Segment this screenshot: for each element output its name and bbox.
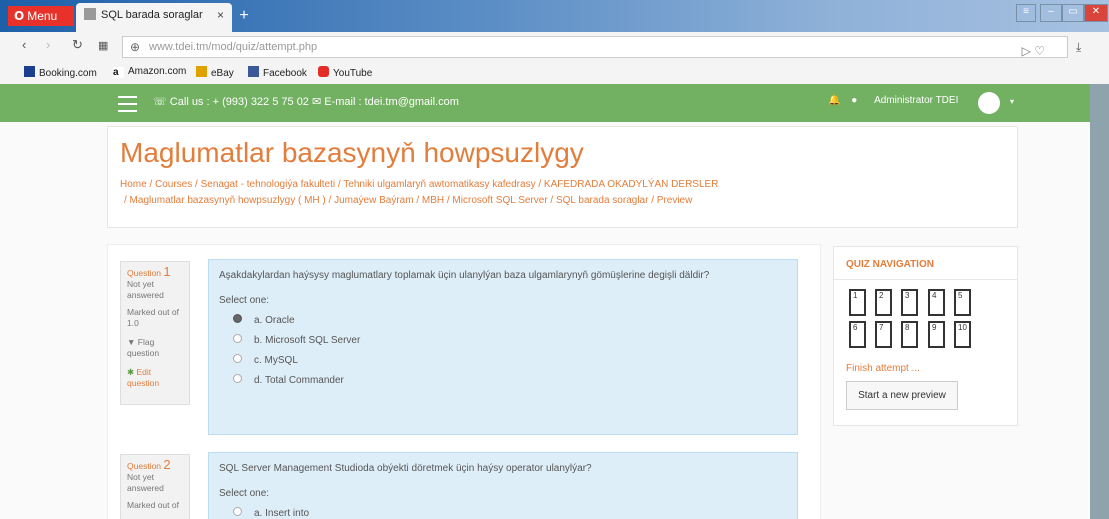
question-mark: Marked out of 1.0 <box>127 307 179 328</box>
youtube-icon <box>318 66 329 77</box>
close-window-icon[interactable]: ✕ <box>1084 4 1108 22</box>
minimize-window-icon[interactable]: – <box>1040 4 1062 22</box>
breadcrumb-continued[interactable]: / Maglumatlar bazasynyň howpsuzlygy ( MH… <box>124 195 692 206</box>
quiz-main-region: Question 1 Not yet answered Marked out of… <box>107 244 821 519</box>
tab-title: SQL barada soraglar <box>101 9 203 21</box>
site-navbar: ☏ Call us : + (993) 322 5 75 02 ✉ E-mail… <box>0 84 1090 122</box>
facebook-icon <box>248 66 259 77</box>
web-page: ☏ Call us : + (993) 322 5 75 02 ✉ E-mail… <box>0 84 1090 519</box>
flag-icon: ▼ <box>127 337 136 347</box>
bookmark-booking[interactable]: Booking.com <box>24 66 97 79</box>
select-one-label: Select one: <box>219 295 270 306</box>
amazon-icon: a <box>113 67 124 78</box>
speed-dial-icon[interactable]: ▦ <box>98 39 108 52</box>
new-tab-button[interactable]: + <box>236 8 252 25</box>
user-menu-chevron-down-icon[interactable]: ▾ <box>1010 97 1014 106</box>
browser-menu-button[interactable]: O Menu <box>8 6 74 26</box>
answer-option-a[interactable]: a. Insert into <box>219 504 787 519</box>
quiz-nav-button-10[interactable]: 10 <box>954 321 971 348</box>
answer-option-c[interactable]: c. MySQL <box>219 351 787 371</box>
menu-label: Menu <box>27 9 58 23</box>
gear-icon: ✱ <box>127 367 135 377</box>
edit-question-link[interactable]: ✱ Edit question <box>127 367 183 389</box>
page-header: Maglumatlar bazasynyň howpsuzlygy Home /… <box>107 126 1018 228</box>
quiz-nav-button-7[interactable]: 7 <box>875 321 892 348</box>
url-text: www.tdei.tm/mod/quiz/attempt.php <box>149 41 318 53</box>
booking-icon <box>24 66 35 77</box>
hamburger-menu-icon[interactable] <box>118 96 137 117</box>
quiz-nav-button-9[interactable]: 9 <box>928 321 945 348</box>
user-area: 🔔 ● Administrator TDEI <box>828 95 958 106</box>
question-info-1: Question 1 Not yet answered Marked out of… <box>120 261 190 405</box>
ebay-icon <box>196 66 207 77</box>
page-favicon-icon <box>84 8 96 20</box>
question-text: SQL Server Management Studioda obýekti d… <box>219 463 592 474</box>
quiz-nav-button-6[interactable]: 6 <box>849 321 866 348</box>
tab-close-icon[interactable]: × <box>217 8 224 22</box>
quiz-nav-button-1[interactable]: 1 <box>849 289 866 316</box>
finish-attempt-link[interactable]: Finish attempt ... <box>846 363 920 374</box>
breadcrumb[interactable]: Home / Courses / Senagat - tehnologiýa f… <box>120 179 718 190</box>
quiz-nav-button-2[interactable]: 2 <box>875 289 892 316</box>
quiz-nav-button-5[interactable]: 5 <box>954 289 971 316</box>
question-text: Aşakdakylardan haýsysy maglumatlary topl… <box>219 270 710 281</box>
window-settings-icon[interactable]: ≡ <box>1016 4 1036 22</box>
download-icon[interactable]: ⤓ <box>1076 40 1081 55</box>
messages-icon[interactable]: ● <box>851 95 857 106</box>
question-status: Not yet answered <box>127 472 164 493</box>
back-icon[interactable]: ‹ <box>22 37 26 52</box>
bookmark-label: Booking.com <box>39 68 97 79</box>
question-number: Question 2 <box>127 457 171 472</box>
quiz-nav-button-3[interactable]: 3 <box>901 289 918 316</box>
question-content-2: SQL Server Management Studioda obýekti d… <box>208 452 798 519</box>
bookmark-label: Amazon.com <box>128 66 187 77</box>
radio-button[interactable] <box>233 334 242 343</box>
answer-option-b[interactable]: b. Microsoft SQL Server <box>219 331 787 351</box>
bookmark-label: eBay <box>211 68 234 79</box>
user-name[interactable]: Administrator TDEI <box>874 95 958 106</box>
divider <box>834 279 1017 280</box>
contact-info: ☏ Call us : + (993) 322 5 75 02 ✉ E-mail… <box>153 96 459 108</box>
bookmark-heart-icon[interactable]: ▷ ♡ <box>1022 41 1045 61</box>
question-info-2: Question 2 Not yet answered Marked out of <box>120 454 190 519</box>
quiz-nav-button-8[interactable]: 8 <box>901 321 918 348</box>
quiz-navigation-block: QUIZ NAVIGATION 1 2 3 4 5 6 7 8 9 10 Fin… <box>833 246 1018 426</box>
quiz-navigation-title: QUIZ NAVIGATION <box>846 259 934 270</box>
globe-icon: ⊕ <box>130 40 141 54</box>
browser-tab[interactable]: SQL barada soraglar × <box>76 3 232 32</box>
question-content-1: Aşakdakylardan haýsysy maglumatlary topl… <box>208 259 798 435</box>
avatar[interactable] <box>978 92 1000 114</box>
question-number: Question 1 <box>127 264 171 279</box>
flag-question-link[interactable]: ▼ Flag question <box>127 337 183 359</box>
answer-option-a[interactable]: a. Oracle <box>219 311 787 331</box>
address-bar[interactable]: ⊕ www.tdei.tm/mod/quiz/attempt.php ▷ ♡ <box>122 36 1068 58</box>
select-one-label: Select one: <box>219 488 270 499</box>
bookmark-amazon[interactable]: a Amazon.com <box>113 66 186 78</box>
radio-button[interactable] <box>233 374 242 383</box>
bookmark-label: Facebook <box>263 68 307 79</box>
radio-button[interactable] <box>233 314 242 323</box>
quiz-nav-button-4[interactable]: 4 <box>928 289 945 316</box>
maximize-window-icon[interactable]: ▭ <box>1062 4 1084 22</box>
bookmark-facebook[interactable]: Facebook <box>248 66 307 79</box>
notification-bell-icon[interactable]: 🔔 <box>828 95 840 106</box>
reload-icon[interactable]: ↻ <box>72 37 83 53</box>
bookmark-label: YouTube <box>333 68 373 79</box>
question-status: Not yet answered <box>127 279 164 300</box>
bookmark-youtube[interactable]: YouTube <box>318 66 372 79</box>
question-mark: Marked out of <box>127 500 179 510</box>
radio-button[interactable] <box>233 507 242 516</box>
forward-icon[interactable]: › <box>46 37 50 52</box>
answer-option-d[interactable]: d. Total Commander <box>219 371 787 391</box>
bookmark-ebay[interactable]: eBay <box>196 66 234 79</box>
page-title: Maglumatlar bazasynyň howpsuzlygy <box>120 137 584 168</box>
start-new-preview-button[interactable]: Start a new preview <box>846 381 958 410</box>
radio-button[interactable] <box>233 354 242 363</box>
